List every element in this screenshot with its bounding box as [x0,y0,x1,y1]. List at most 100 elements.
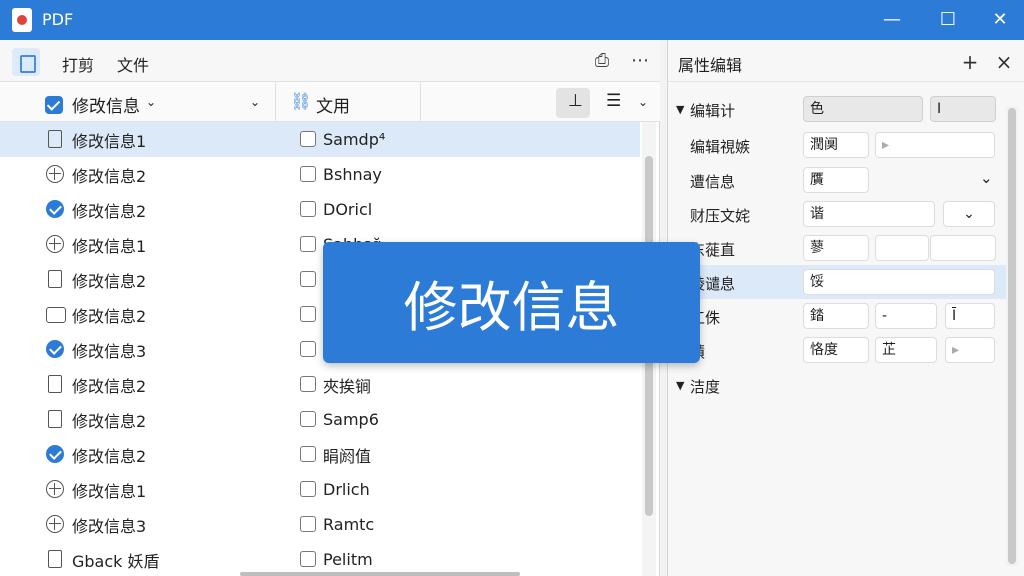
more-options-icon[interactable]: ⋯ [628,50,652,74]
property-label: 编辑視嫉 [690,138,751,156]
columns-button[interactable]: ☰ [598,88,632,118]
sort-button[interactable]: ⊥ [556,88,590,118]
chevron-down-icon[interactable]: ⌄ [980,169,993,187]
check-circle-icon [46,340,64,358]
property-row[interactable]: 蹟 恪度 芷 ▸ [668,333,1008,367]
name-column-header[interactable]: 修改信息 [72,92,140,117]
property-row[interactable]: 编辑視嫉 潤阒 ▸ [668,128,1008,162]
column-header: 修改信息 ⌄ ⌄ ⛓ 文用 ⊥ ☰ ⌄ [0,82,660,122]
list-item[interactable]: 修改信息2 睊阏值 [0,437,640,472]
list-view-icon[interactable] [12,48,40,76]
globe-icon [46,165,64,183]
pdf-app-icon [12,8,32,32]
list-item[interactable]: 修改信息3 Ramtc [0,507,640,542]
property-field[interactable]: 馁 [803,269,995,295]
close-button[interactable]: ✕ [988,8,1012,32]
globe-icon [46,235,64,253]
row-checkbox[interactable] [300,306,316,322]
section-title: 洁度 [690,378,721,396]
row-checkbox[interactable] [300,236,316,252]
globe-icon [46,480,64,498]
list-item[interactable]: 修改信息1 Drlich [0,472,640,507]
row-checkbox[interactable] [300,551,316,567]
property-field[interactable] [930,235,996,261]
property-field[interactable]: Ī [945,303,995,329]
row-checkbox[interactable] [300,446,316,462]
row-checkbox[interactable] [300,481,316,497]
column-dropdown-icon[interactable]: ⌄ [250,95,260,109]
row-checkbox[interactable] [300,131,316,147]
property-field[interactable]: 潤阒 [803,132,869,158]
property-field[interactable] [875,235,929,261]
panel-title: 属性编辑 [678,56,743,75]
row-label: 修改信息1 [72,131,147,151]
toast-notification: 修改信息 [323,242,700,363]
row-label: 修改信息2 [72,446,147,466]
section-header[interactable]: ▼ 洁度 [668,368,1008,402]
property-field[interactable]: 贋 [803,167,869,193]
row-checkbox[interactable] [300,411,316,427]
list-item[interactable]: 修改信息2 DOricl [0,192,640,227]
folder-icon [46,307,66,323]
property-field[interactable]: 蓼 [803,235,869,261]
section-title: 编辑计 [690,102,736,120]
list-item[interactable]: 修改信息2 Bshnay [0,157,640,192]
section-header[interactable]: ▼ 编辑计 色 I [668,92,1008,126]
list-item[interactable]: 修改信息1 Samdp⁴ [0,122,640,157]
row-checkbox[interactable] [300,201,316,217]
minimize-button[interactable]: — [880,8,904,32]
column-divider [420,82,421,122]
property-row[interactable]: 东蓰直 蓼 [668,231,1008,265]
check-circle-icon [46,445,64,463]
columns-dropdown-icon[interactable]: ⌄ [638,95,648,109]
row-value: DOricl [323,200,373,219]
row-value: 睊阏值 [323,446,372,466]
row-checkbox[interactable] [300,271,316,287]
property-field[interactable]: 色 [803,96,923,122]
stamp-icon[interactable]: ⎙ [590,50,614,74]
menu-edit[interactable]: 打剪 [62,52,94,76]
list-item[interactable]: 修改信息2 夾挨锏 [0,367,640,402]
row-label: 修改信息2 [72,306,147,326]
chevron-down-icon[interactable]: ⌄ [146,95,156,109]
check-circle-icon [46,200,64,218]
property-row-selected[interactable]: 棱谴息 馁 [668,265,1008,299]
property-field[interactable]: 谐 [803,201,935,227]
property-row[interactable]: 工侏 錔 - Ī [668,299,1008,333]
menu-file[interactable]: 文件 [117,52,149,76]
maximize-button[interactable]: ☐ [936,8,960,32]
property-row[interactable]: 遭信息 贋 ⌄ [668,163,1008,197]
value-column-header[interactable]: 文用 [316,92,350,117]
horizontal-scrollbar[interactable] [240,572,520,576]
property-field[interactable]: 芷 [875,337,937,363]
panel-scrollbar[interactable] [1006,106,1018,566]
row-value: Samdp⁴ [323,130,386,149]
property-field[interactable]: 錔 [803,303,869,329]
property-field[interactable]: I [930,96,996,122]
scrollbar-thumb[interactable] [1008,108,1016,564]
property-field[interactable]: ▸ [945,337,995,363]
property-row[interactable]: 财压文姹 谐 ⌄ [668,197,1008,231]
close-icon[interactable]: × [992,50,1016,74]
property-field[interactable]: ▸ [875,132,995,158]
row-checkbox[interactable] [300,516,316,532]
list-item[interactable]: Gback 妖盾 Pelitm [0,542,640,576]
property-label: 财压文姹 [690,207,751,225]
expand-caret-icon[interactable]: ▼ [676,379,684,392]
property-field[interactable]: 恪度 [803,337,869,363]
row-label: Gback 妖盾 [72,551,160,571]
toast-text: 修改信息 [403,276,620,339]
row-value: Samp6 [323,410,379,429]
row-label: 修改信息2 [72,411,147,431]
row-checkbox[interactable] [300,376,316,392]
dropdown-field[interactable]: ⌄ [943,201,995,227]
row-checkbox[interactable] [300,341,316,357]
row-checkbox[interactable] [300,166,316,182]
row-label: 修改信息3 [72,516,147,536]
add-icon[interactable]: + [958,50,982,74]
list-item[interactable]: 修改信息2 Samp6 [0,402,640,437]
property-field[interactable]: - [875,303,937,329]
expand-caret-icon[interactable]: ▼ [676,103,684,116]
select-all-checkbox[interactable] [45,96,63,114]
row-value: 夾挨锏 [323,376,372,396]
